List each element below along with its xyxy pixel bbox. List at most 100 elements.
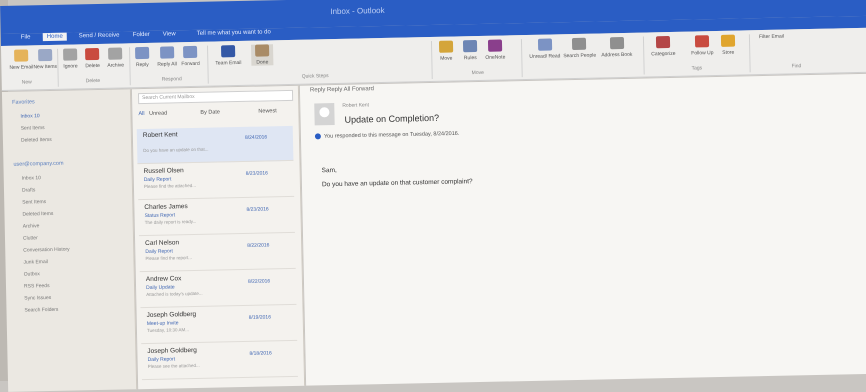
reply-all-button[interactable]: Reply All — [157, 46, 177, 68]
search-input[interactable]: Search Current Mailbox — [137, 89, 294, 105]
message-list: Search Current Mailbox All Unread By Dat… — [131, 85, 306, 390]
search-people-button[interactable]: Search People — [563, 37, 596, 59]
list-item[interactable]: Carl Nelson Daily Report Please find the… — [138, 233, 296, 273]
new-email-icon — [13, 49, 29, 62]
done-icon — [254, 44, 270, 57]
new-items-button[interactable]: New Items — [33, 48, 57, 70]
folder-item[interactable]: Sync Issues — [24, 295, 51, 302]
new-items-icon — [37, 48, 53, 62]
categorize-icon — [655, 35, 671, 49]
favorites-header[interactable]: Favorites — [12, 99, 35, 105]
ribbon-separator — [642, 36, 645, 75]
message-greeting: Sam, — [321, 166, 337, 175]
group-label-respond: Respond — [161, 76, 182, 83]
done-button[interactable]: Done — [250, 44, 274, 66]
group-label-move: Move — [471, 69, 484, 77]
favorite-deleted[interactable]: Deleted Items — [21, 137, 52, 144]
reply-icon — [135, 46, 150, 60]
ignore-icon — [63, 48, 78, 61]
store-button[interactable]: Store — [720, 34, 736, 56]
folder-item[interactable]: Conversation History — [23, 247, 70, 254]
group-label-new: New — [21, 79, 32, 86]
reply-all-icon — [159, 46, 174, 59]
folder-pane: Favorites Inbox 10 Sent Items Deleted It… — [1, 89, 138, 392]
group-label-delete: Delete — [85, 77, 101, 85]
tab-send-receive[interactable]: Send / Receive — [79, 33, 120, 40]
folder-item[interactable]: Drafts — [22, 187, 35, 193]
list-filters: All Unread By Date Newest — [138, 108, 276, 117]
team-email-icon — [221, 45, 236, 58]
filter-unread[interactable]: Unread — [149, 111, 167, 117]
sort-by-button[interactable]: By Date — [200, 109, 220, 115]
rules-icon — [462, 40, 478, 53]
folder-item[interactable]: Search Folders — [24, 307, 58, 314]
folder-item[interactable]: Sent Items — [22, 199, 46, 205]
list-item[interactable]: Russell Olsen Daily Report Please find t… — [137, 161, 295, 201]
folder-item[interactable]: Inbox 10 — [22, 175, 41, 181]
sort-direction-button[interactable]: Newest — [258, 108, 276, 114]
tab-home[interactable]: Home — [42, 32, 67, 42]
sender-avatar — [314, 103, 335, 126]
filter-email-button[interactable]: Filter Email — [759, 34, 784, 41]
group-label-find: Find — [791, 63, 802, 70]
folder-item[interactable]: Archive — [23, 223, 40, 229]
outlook-window: Inbox - Outlook File Home Send / Receive… — [0, 0, 866, 392]
tab-view[interactable]: View — [163, 31, 176, 37]
address-book-icon — [609, 36, 624, 50]
ribbon-separator — [207, 45, 209, 84]
tab-file[interactable]: File — [21, 34, 31, 40]
folder-item[interactable]: Deleted Items — [22, 211, 53, 218]
folder-item[interactable]: Junk Email — [23, 259, 48, 266]
archive-button[interactable]: Archive — [107, 47, 124, 69]
onenote-icon — [487, 39, 503, 52]
envelope-icon — [537, 38, 552, 51]
follow-up-button[interactable]: Follow Up — [691, 35, 714, 57]
people-icon — [572, 37, 587, 51]
categorize-button[interactable]: Categorize — [651, 35, 676, 57]
folder-item[interactable]: Outbox — [24, 271, 40, 277]
new-email-button[interactable]: New Email — [9, 49, 33, 71]
ignore-button[interactable]: Ignore — [63, 48, 78, 70]
reply-button[interactable]: Reply — [135, 46, 150, 68]
window-title: Inbox - Outlook — [330, 5, 385, 17]
filter-all[interactable]: All — [138, 111, 144, 117]
list-item[interactable]: Joseph Goldberg Daily Report Please see … — [141, 341, 298, 381]
address-book-button[interactable]: Address Book — [601, 36, 632, 58]
ribbon-separator — [520, 39, 523, 78]
list-item[interactable]: Joseph Goldberg Meet-up Invite Tuesday, … — [140, 305, 298, 345]
archive-icon — [108, 47, 123, 60]
list-item[interactable]: Robert Kent Do you have an update on tha… — [136, 125, 294, 165]
forward-icon — [183, 45, 198, 59]
sender-name: Robert Kent — [342, 102, 370, 109]
rules-button[interactable]: Rules — [462, 40, 478, 61]
folder-item[interactable]: Clutter — [23, 235, 38, 241]
ribbon-separator — [57, 48, 59, 87]
forward-button[interactable]: Forward — [181, 45, 200, 67]
team-email-button[interactable]: Team Email — [215, 45, 242, 67]
message-body: Do you have an update on that customer c… — [321, 178, 473, 189]
tell-me-box[interactable]: Tell me what you want to do — [197, 29, 271, 37]
move-icon — [438, 40, 454, 53]
ribbon-separator — [129, 47, 131, 86]
store-icon — [720, 34, 736, 47]
account-header[interactable]: user@company.com — [13, 161, 63, 168]
folder-item[interactable]: RSS Feeds — [24, 283, 50, 290]
reading-actions[interactable]: Reply Reply All Forward — [310, 86, 374, 93]
info-bar: You responded to this message on Tuesday… — [314, 130, 459, 140]
move-button[interactable]: Move — [438, 40, 454, 62]
list-item[interactable]: Andrew Cox Daily Update Attached is toda… — [139, 269, 297, 309]
reading-pane: Reply Reply All Forward Robert Kent Upda… — [299, 73, 866, 386]
delete-button[interactable]: Delete — [85, 47, 100, 69]
favorite-sent[interactable]: Sent Items — [21, 125, 45, 131]
message-subject: Update on Completion? — [344, 112, 440, 125]
onenote-button[interactable]: OneNote — [485, 39, 505, 61]
ribbon-separator — [748, 34, 751, 73]
tab-folder[interactable]: Folder — [133, 32, 150, 38]
favorite-inbox[interactable]: Inbox 10 — [20, 113, 39, 119]
info-icon — [314, 133, 321, 140]
list-item[interactable]: Charles James Status Report The daily re… — [138, 197, 295, 237]
ribbon-separator — [430, 40, 433, 79]
delete-icon — [85, 47, 100, 61]
unread-read-button[interactable]: Unread/ Read — [529, 38, 561, 60]
flag-icon — [695, 35, 710, 48]
